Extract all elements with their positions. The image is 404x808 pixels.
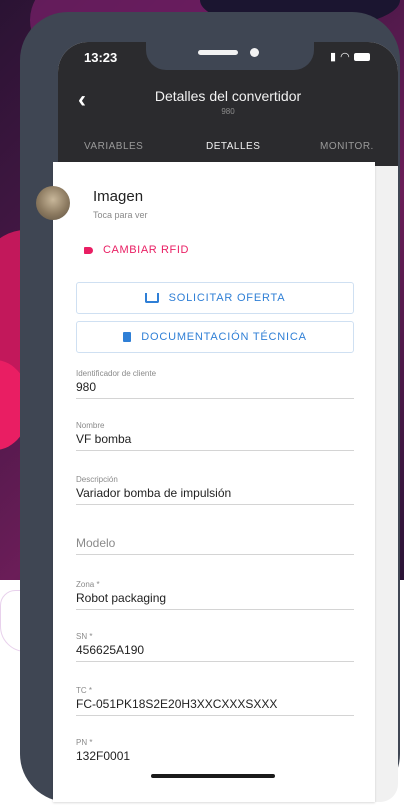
home-indicator[interactable] <box>151 774 275 778</box>
camera-icon <box>250 48 259 57</box>
field-placeholder: Modelo <box>76 536 116 550</box>
battery-icon <box>353 52 370 61</box>
status-icons: ▮ ◠ <box>330 50 370 63</box>
cart-icon <box>144 293 159 303</box>
model-field[interactable]: Modelo <box>76 536 354 555</box>
change-rfid-button[interactable]: CAMBIAR RFID <box>84 244 189 256</box>
customer-id-field[interactable]: Identificador de cliente 980 <box>76 369 354 399</box>
field-label: Identificador de cliente <box>76 369 157 378</box>
tab-monitor[interactable]: MONITOR. <box>320 141 374 152</box>
field-value: FC-051PK18S2E20H3XXCXXXSXXX <box>76 697 278 711</box>
field-label: Zona * <box>76 580 100 589</box>
description-field[interactable]: Descripción Variador bomba de impulsión <box>76 475 354 505</box>
image-title[interactable]: Imagen <box>93 188 143 205</box>
phone-notch <box>146 42 314 70</box>
tag-icon <box>84 246 93 254</box>
technical-docs-button[interactable]: DOCUMENTACIÓN TÉCNICA <box>76 321 354 353</box>
page-subtitle: 980 <box>221 107 235 116</box>
technical-docs-label: DOCUMENTACIÓN TÉCNICA <box>141 331 307 343</box>
field-value: 980 <box>76 380 97 394</box>
tc-field[interactable]: TC * FC-051PK18S2E20H3XXCXXXSXXX <box>76 686 354 716</box>
signal-icon: ▮ <box>330 51 337 63</box>
field-value: Robot packaging <box>76 591 167 605</box>
status-time: 13:23 <box>84 50 118 65</box>
sn-field[interactable]: SN * 456625A190 <box>76 632 354 662</box>
speaker-icon <box>198 50 238 55</box>
field-label: Nombre <box>76 421 105 430</box>
request-offer-label: SOLICITAR OFERTA <box>168 292 286 304</box>
page-title: Detalles del convertidor <box>154 88 302 104</box>
wifi-icon: ◠ <box>340 51 350 63</box>
request-offer-button[interactable]: SOLICITAR OFERTA <box>76 282 354 314</box>
image-hint: Toca para ver <box>93 210 148 220</box>
field-label: SN * <box>76 632 93 641</box>
app-header: 13:23 ▮ ◠ ‹ Detalles del convertidor 980… <box>58 42 398 166</box>
field-label: PN * <box>76 738 93 747</box>
field-value: 132F0001 <box>76 749 131 763</box>
image-thumbnail[interactable] <box>36 186 70 220</box>
field-value: Variador bomba de impulsión <box>76 486 232 500</box>
field-value: VF bomba <box>76 432 132 446</box>
field-label: TC * <box>76 686 92 695</box>
pn-field[interactable]: PN * 132F0001 <box>76 738 354 767</box>
tab-variables[interactable]: VARIABLES <box>84 141 143 152</box>
tab-detalles[interactable]: DETALLES <box>206 141 260 152</box>
field-label: Descripción <box>76 475 118 484</box>
zone-field[interactable]: Zona * Robot packaging <box>76 580 354 610</box>
phone-frame: 13:23 ▮ ◠ ‹ Detalles del convertidor 980… <box>20 12 400 802</box>
field-value: 456625A190 <box>76 643 145 657</box>
document-icon <box>123 332 132 342</box>
name-field[interactable]: Nombre VF bomba <box>76 421 354 451</box>
change-rfid-label: CAMBIAR RFID <box>103 244 190 256</box>
